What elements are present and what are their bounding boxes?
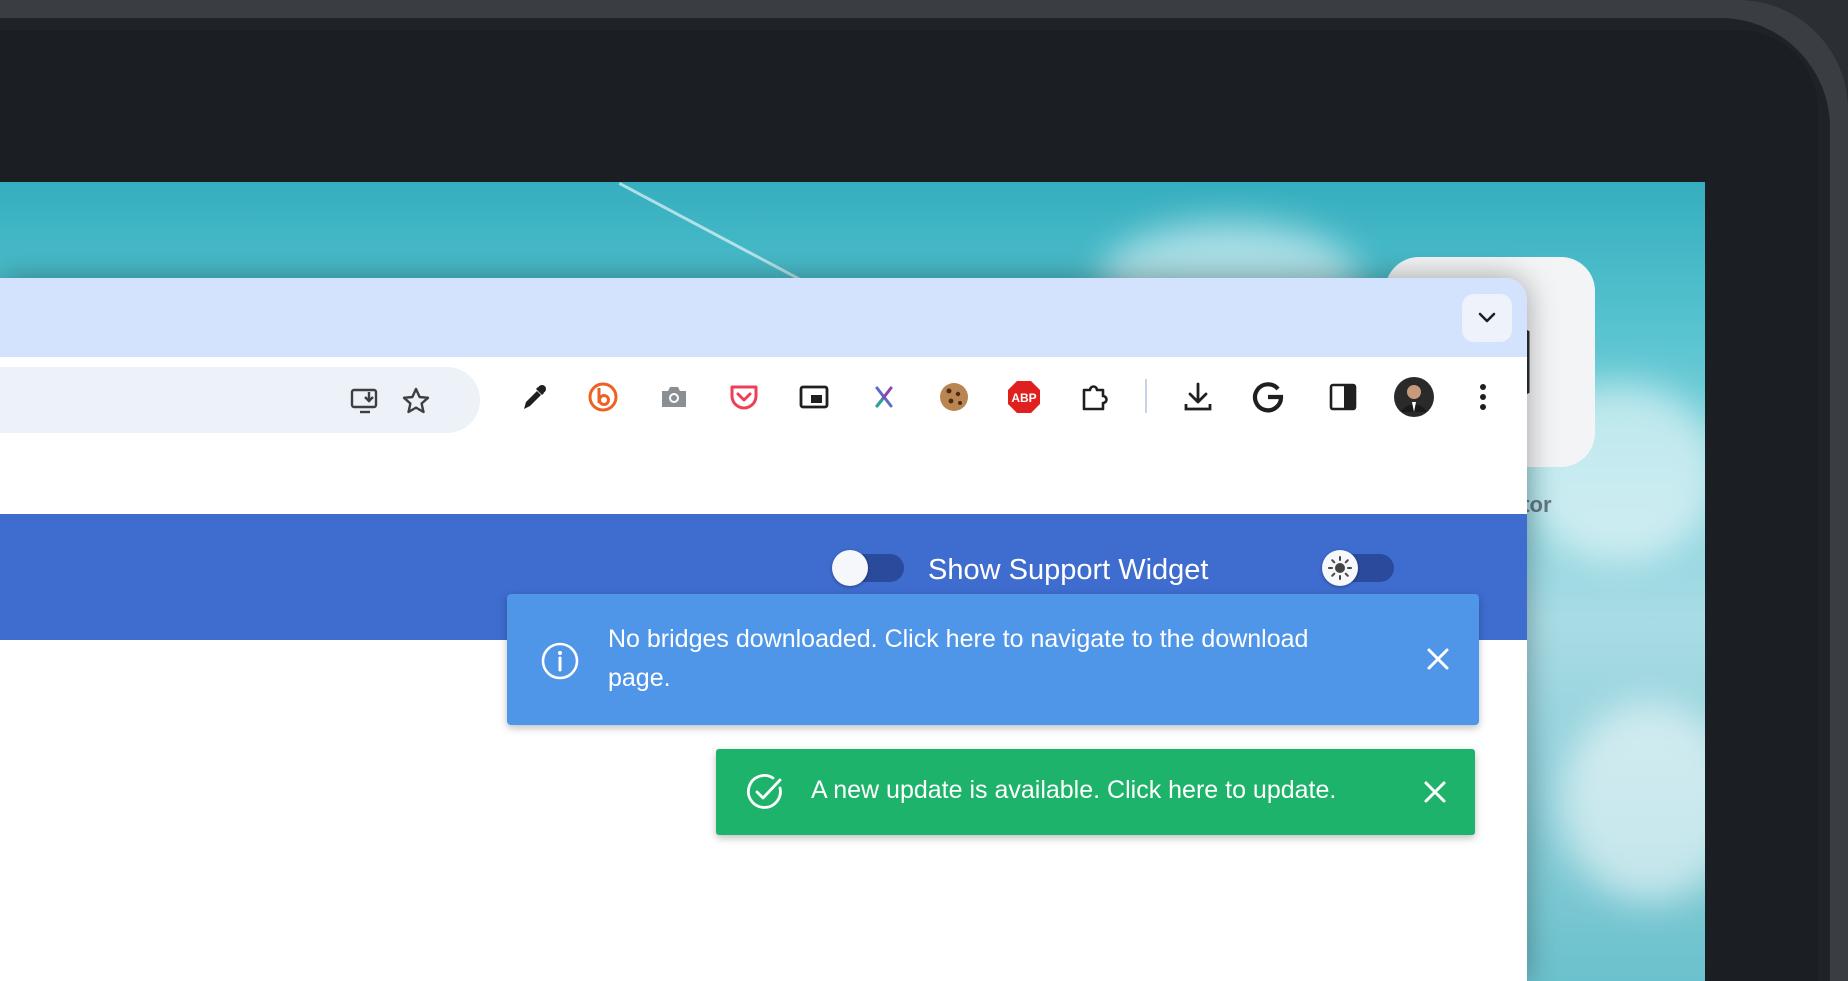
pocket-icon[interactable] <box>726 379 762 415</box>
download-icon[interactable] <box>1180 379 1216 415</box>
more-menu-icon[interactable] <box>1465 379 1501 415</box>
adblock-label: ABP <box>1011 391 1036 405</box>
sun-icon <box>1328 556 1352 580</box>
info-circle-icon <box>541 642 579 680</box>
tab-strip <box>0 278 1527 357</box>
support-widget-label: Show Support Widget <box>928 554 1209 586</box>
toggle-knob <box>832 550 868 586</box>
tab-search-button[interactable] <box>1462 294 1512 342</box>
theme-toggle[interactable] <box>1322 550 1394 586</box>
info-notification[interactable]: No bridges downloaded. Click here to nav… <box>507 594 1479 725</box>
cookie-icon[interactable] <box>936 379 972 415</box>
bitly-icon[interactable] <box>585 379 621 415</box>
screenshot-camera-icon[interactable] <box>656 379 692 415</box>
install-app-icon[interactable] <box>350 386 380 416</box>
adblock-plus-icon[interactable]: ABP <box>1006 379 1042 415</box>
chevron-down-icon <box>1478 312 1496 323</box>
color-picker-icon[interactable] <box>516 379 552 415</box>
toolbar-divider <box>1145 379 1147 413</box>
update-notification-message[interactable]: A new update is available. Click here to… <box>811 776 1336 805</box>
update-notification[interactable]: A new update is available. Click here to… <box>716 749 1475 835</box>
browser-toolbar: ABP <box>0 357 1527 449</box>
check-circle-icon <box>747 774 782 809</box>
bookmark-star-icon[interactable] <box>401 386 431 416</box>
toggle-knob <box>1322 550 1358 586</box>
close-icon[interactable] <box>1418 775 1452 809</box>
profile-avatar[interactable] <box>1393 376 1435 418</box>
extensions-puzzle-icon[interactable] <box>1077 379 1113 415</box>
side-panel-icon[interactable] <box>1325 379 1361 415</box>
address-bar[interactable] <box>0 367 480 433</box>
picture-in-picture-icon[interactable] <box>796 379 832 415</box>
support-widget-toggle[interactable] <box>832 550 904 586</box>
x-extension-icon[interactable] <box>866 379 902 415</box>
info-notification-message[interactable]: No bridges downloaded. Click here to nav… <box>608 620 1328 698</box>
wallpaper-cloud <box>1560 702 1705 902</box>
close-icon[interactable] <box>1421 642 1455 676</box>
google-icon[interactable] <box>1250 379 1286 415</box>
